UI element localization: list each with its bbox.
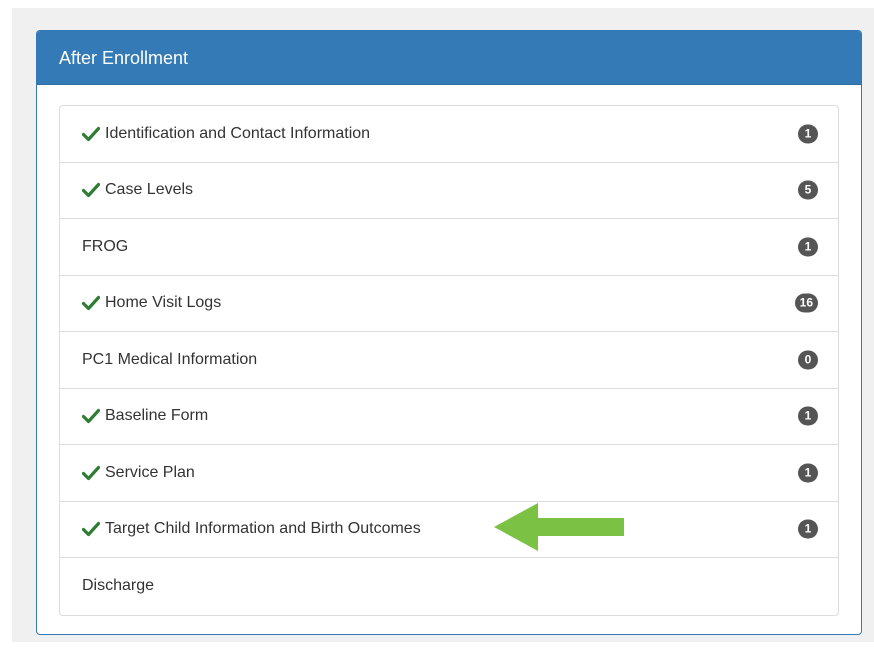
list-item[interactable]: FROG 1 bbox=[60, 219, 838, 276]
count-badge: 5 bbox=[798, 180, 818, 200]
list-item[interactable]: Identification and Contact Information 1 bbox=[60, 106, 838, 163]
checkmark-icon bbox=[82, 465, 100, 481]
list-item-label: Baseline Form bbox=[105, 407, 209, 425]
list-item[interactable]: Service Plan 1 bbox=[60, 445, 838, 502]
list-item-label: Case Levels bbox=[105, 181, 194, 199]
list-item-label: Home Visit Logs bbox=[105, 294, 222, 312]
count-badge: 0 bbox=[798, 350, 818, 370]
after-enrollment-panel: After Enrollment Identification and Cont… bbox=[36, 30, 862, 635]
count-badge: 1 bbox=[798, 463, 818, 483]
panel-title: After Enrollment bbox=[37, 31, 861, 85]
list-item-label: PC1 Medical Information bbox=[82, 350, 258, 368]
count-badge: 1 bbox=[798, 124, 818, 144]
checkmark-icon bbox=[82, 182, 100, 198]
arrow-shape bbox=[494, 503, 624, 551]
checkmark-icon bbox=[82, 295, 100, 311]
count-badge: 1 bbox=[798, 406, 818, 426]
count-badge: 1 bbox=[798, 519, 818, 539]
list-item[interactable]: Target Child Information and Birth Outco… bbox=[60, 502, 838, 558]
list-item-label: Identification and Contact Information bbox=[105, 124, 371, 142]
checkmark-icon bbox=[82, 126, 100, 142]
count-badge: 16 bbox=[794, 293, 818, 313]
checkmark-icon bbox=[82, 521, 100, 537]
count-badge: 1 bbox=[798, 237, 818, 257]
list-item[interactable]: PC1 Medical Information 0 bbox=[60, 332, 838, 389]
checkmark-icon bbox=[82, 408, 100, 424]
list-item[interactable]: Baseline Form 1 bbox=[60, 389, 838, 445]
form-list: Identification and Contact Information 1… bbox=[59, 105, 839, 616]
list-item-label: Service Plan bbox=[105, 463, 195, 481]
left-arrow-icon bbox=[494, 503, 624, 551]
list-item-label: Target Child Information and Birth Outco… bbox=[105, 520, 421, 538]
list-item-label: FROG bbox=[82, 237, 129, 255]
list-item[interactable]: Case Levels 5 bbox=[60, 163, 838, 219]
list-item[interactable]: Discharge bbox=[60, 558, 838, 615]
list-item[interactable]: Home Visit Logs 16 bbox=[60, 276, 838, 332]
list-item-label: Discharge bbox=[82, 577, 155, 595]
